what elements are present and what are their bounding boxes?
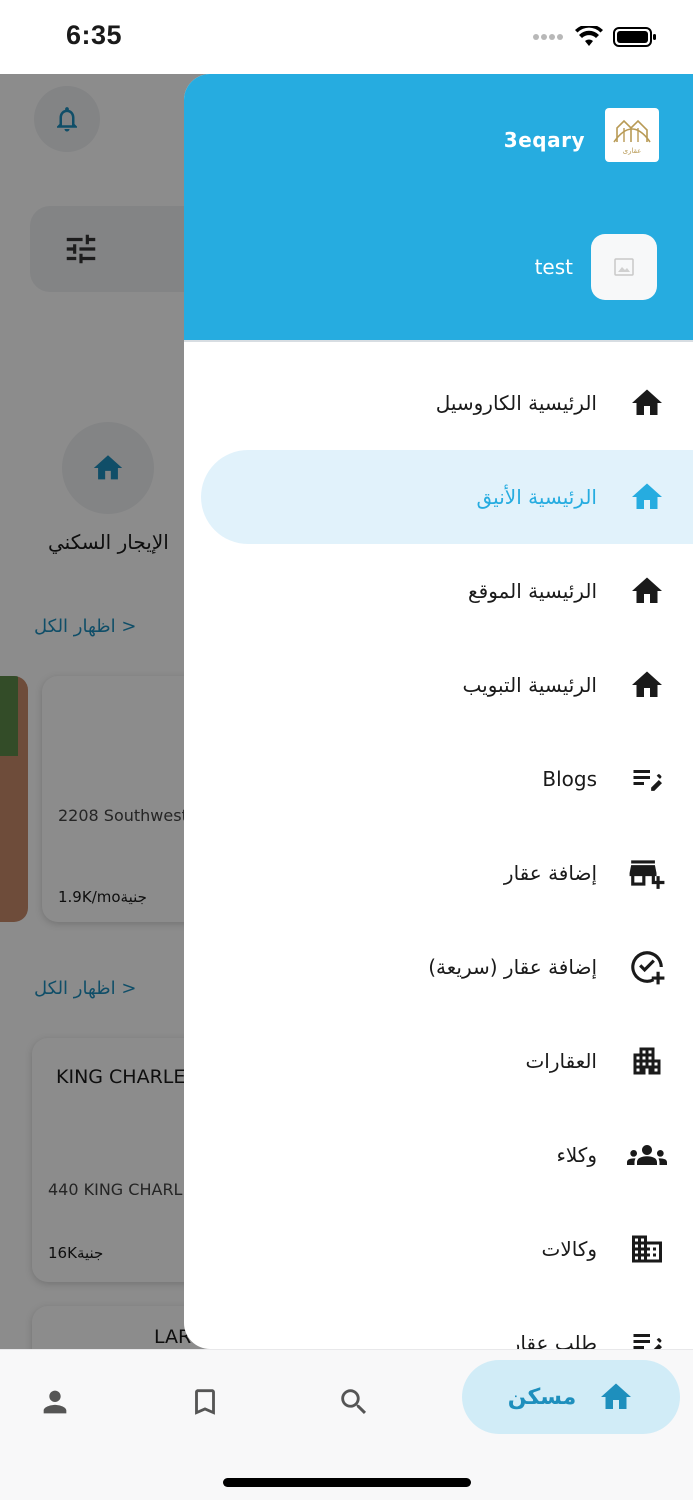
check-add-icon [627, 947, 667, 987]
menu-item-label: الرئيسية الموقع [468, 579, 597, 603]
menu-item-quick-add-property[interactable]: (إضافة عقار (سريعة [184, 920, 693, 1014]
corporate-icon [627, 1229, 667, 1269]
menu-item-home-location[interactable]: الرئيسية الموقع [184, 544, 693, 638]
image-placeholder-icon [614, 258, 634, 276]
status-bar: 6:35 [0, 0, 693, 74]
app-name: 3eqary [503, 128, 585, 152]
user-name: test [534, 255, 573, 279]
home-indicator [223, 1478, 471, 1487]
menu-item-home-carousel[interactable]: الرئيسية الكاروسيل [184, 356, 693, 450]
menu-item-label: الرئيسية الأنيق [476, 485, 598, 509]
menu-item-add-property[interactable]: إضافة عقار [184, 826, 693, 920]
menu-item-label: طلب عقار [510, 1331, 597, 1349]
signal-dots-icon [533, 34, 563, 40]
menu-item-label: الرئيسية التبويب [462, 673, 597, 697]
home-icon [601, 1383, 632, 1409]
home-icon [627, 383, 667, 423]
menu-item-agents[interactable]: وكلاء [184, 1108, 693, 1202]
menu-item-label: العقارات [525, 1049, 597, 1073]
bottom-navigation: مسكن [0, 1349, 693, 1500]
drawer-header: 3eqary عقارى test [184, 74, 693, 342]
drawer-menu: الرئيسية الكاروسيل الرئيسية الأنيق الرئي… [184, 356, 693, 1349]
nav-home-label: مسكن [507, 1384, 577, 1410]
menu-item-home-elegant[interactable]: الرئيسية الأنيق [184, 450, 693, 544]
app-logo: عقارى [605, 108, 659, 162]
status-time: 6:35 [66, 20, 123, 50]
menu-item-agencies[interactable]: وكالات [184, 1202, 693, 1296]
people-icon [627, 1135, 667, 1175]
bookmark-icon [195, 1389, 215, 1415]
menu-item-label: (إضافة عقار (سريعة [428, 955, 597, 979]
profile-icon [43, 1390, 67, 1414]
nav-home-button[interactable]: مسكن [462, 1360, 680, 1434]
edit-note-icon [627, 759, 667, 799]
nav-profile-button[interactable] [33, 1380, 77, 1424]
avatar[interactable] [591, 234, 657, 300]
menu-item-label: Blogs [542, 767, 597, 791]
battery-icon [613, 27, 656, 47]
menu-item-blogs[interactable]: Blogs [184, 732, 693, 826]
navigation-drawer: 3eqary عقارى test الرئيسية الكاروسيل الر… [184, 74, 693, 1349]
menu-item-label: الرئيسية الكاروسيل [435, 391, 597, 415]
add-business-icon [627, 853, 667, 893]
home-icon [627, 665, 667, 705]
nav-search-button[interactable] [332, 1380, 376, 1424]
nav-bookmarks-button[interactable] [183, 1380, 227, 1424]
svg-text:عقارى: عقارى [623, 147, 642, 155]
menu-item-label: وكلاء [556, 1143, 597, 1167]
menu-item-properties[interactable]: العقارات [184, 1014, 693, 1108]
menu-item-home-tabs[interactable]: الرئيسية التبويب [184, 638, 693, 732]
home-icon [627, 477, 667, 517]
logo-icon: عقارى [613, 119, 651, 155]
menu-item-label: وكالات [541, 1237, 597, 1261]
menu-item-request-property[interactable]: طلب عقار [184, 1296, 693, 1349]
buildings-icon [627, 1041, 667, 1081]
wifi-icon [575, 26, 603, 46]
home-icon [627, 571, 667, 611]
menu-item-label: إضافة عقار [503, 861, 597, 885]
status-icons [533, 26, 657, 48]
edit-note-icon [627, 1323, 667, 1349]
search-icon [341, 1389, 367, 1415]
